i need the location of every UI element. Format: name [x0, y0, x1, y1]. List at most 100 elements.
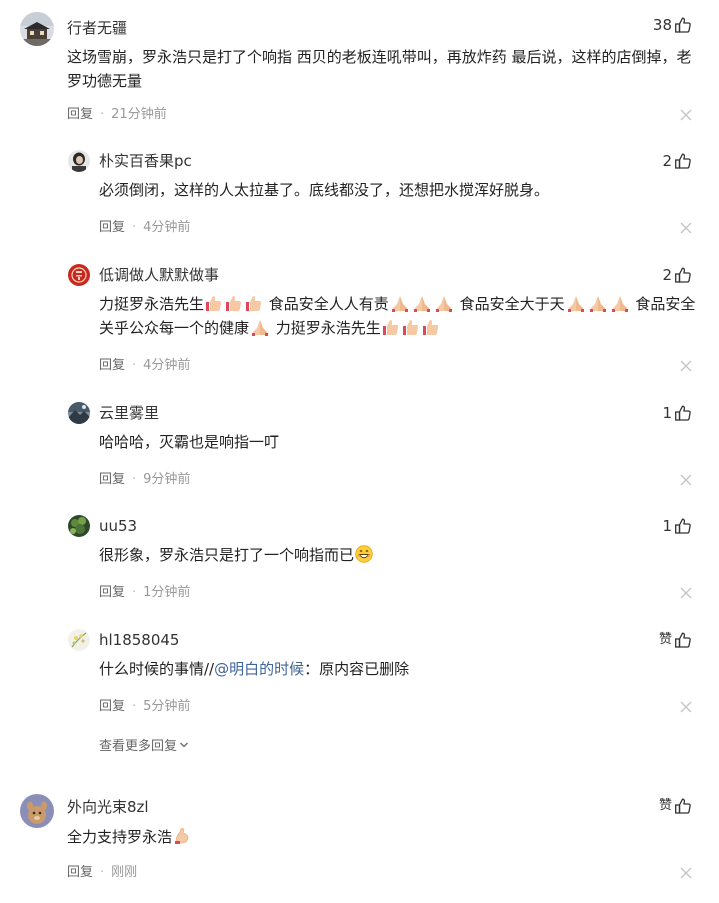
timestamp: 4分钟前	[143, 358, 191, 373]
reply-text: 力挺罗永浩先生 食品安全人人有责 食品安全大于天 食品安全关乎公众每一个的健康 …	[99, 292, 697, 340]
reply-text: 必须倒闭，这样的人太拉基了。底线都没了，还想把水搅浑好脱身。	[99, 181, 550, 199]
reply-text-suffix: ：原内容已删除	[304, 660, 410, 678]
chevron-down-icon	[180, 742, 188, 747]
reply-text: 什么时候的事情//@明白的时候：原内容已删除	[99, 657, 697, 681]
like-button[interactable]: 1	[662, 516, 692, 536]
username[interactable]: 外向光束8zl	[67, 797, 149, 817]
close-icon[interactable]	[680, 360, 692, 372]
timestamp: 9分钟前	[143, 472, 191, 487]
reply-button[interactable]: 回复	[99, 585, 125, 601]
reply-button[interactable]: 回复	[67, 865, 93, 881]
comment-text-part: 全力支持罗永浩	[67, 828, 173, 846]
reply-text: 哈哈哈，灭霸也是响指一叮	[99, 433, 280, 451]
user-mention-link[interactable]: @明白的时候	[214, 660, 304, 678]
comment-text: 这场雪崩，罗永浩只是打了个响指 西贝的老板连吼带叫，再放炸药 最后说，这样的店倒…	[67, 48, 692, 90]
timestamp: 1分钟前	[143, 585, 191, 600]
separator-dot: ·	[132, 585, 137, 600]
close-icon[interactable]	[680, 474, 692, 486]
reply-text-part: 食品安全人人有责	[268, 295, 389, 313]
username[interactable]: hl1858045	[99, 630, 179, 650]
green-plant-avatar	[68, 515, 90, 537]
house-photo-avatar	[20, 12, 54, 46]
comment-meta: 回复 · 5分钟前	[99, 699, 190, 715]
reply-text-part: 很形象，罗永浩只是打了一个响指而已	[99, 546, 355, 564]
comment-meta: 回复 · 4分钟前	[99, 220, 190, 236]
like-button[interactable]: 赞	[659, 630, 692, 650]
timestamp: 4分钟前	[143, 220, 191, 235]
comment-item: 外向光束8zl 赞 全力支持罗永浩 回复 · 刚刚	[0, 794, 719, 894]
like-count: 2	[662, 266, 672, 284]
like-button[interactable]: 1	[662, 403, 692, 423]
avatar[interactable]	[68, 515, 90, 537]
reply-text-part: 力挺罗永浩先生	[99, 295, 205, 313]
red-seal-avatar	[68, 264, 90, 286]
reply-text: 很形象，罗永浩只是打了一个响指而已	[99, 543, 697, 567]
reply-button[interactable]: 回复	[99, 699, 125, 715]
thumbs-up-icon	[675, 632, 691, 648]
thumbs-up-icon	[675, 17, 691, 33]
grinning-face-emoji	[355, 545, 373, 563]
close-icon[interactable]	[680, 867, 692, 879]
flower-avatar	[68, 629, 90, 651]
comment-meta: 回复 · 9分钟前	[99, 472, 190, 488]
avatar[interactable]	[68, 629, 90, 651]
like-button[interactable]: 赞	[659, 796, 692, 816]
username[interactable]: 云里雾里	[99, 403, 159, 423]
praying-hands-emoji	[565, 295, 631, 313]
timestamp: 刚刚	[111, 865, 138, 880]
username[interactable]: 朴实百香果pc	[99, 151, 192, 171]
reply-item: hl1858045 赞 什么时候的事情//@明白的时候：原内容已删除 回复 · …	[0, 629, 719, 719]
like-button[interactable]: 38	[653, 15, 692, 35]
separator-dot: ·	[100, 865, 105, 880]
reply-item: 低调做人默默做事 2 力挺罗永浩先生 食品安全人人有责 食品安全大于天 食品安全…	[0, 264, 719, 379]
praying-hands-emoji	[249, 319, 271, 337]
reply-text-prefix: 什么时候的事情//	[99, 660, 215, 678]
like-button[interactable]: 2	[662, 151, 692, 171]
thumbs-up-icon	[675, 267, 691, 283]
view-more-replies-button[interactable]: 查看更多回复	[99, 735, 189, 754]
view-more-label: 查看更多回复	[99, 739, 178, 754]
avatar[interactable]	[68, 264, 90, 286]
close-icon[interactable]	[680, 587, 692, 599]
separator-dot: ·	[132, 358, 137, 373]
comment-meta: 回复 · 刚刚	[67, 865, 137, 881]
reply-item: uu53 1 很形象，罗永浩只是打了一个响指而已 回复 · 1分钟前	[0, 515, 719, 605]
thumbs-up-icon	[675, 798, 691, 814]
close-icon[interactable]	[680, 222, 692, 234]
separator-dot: ·	[132, 472, 137, 487]
comment-meta: 回复 · 1分钟前	[99, 585, 190, 601]
username[interactable]: uu53	[99, 516, 137, 536]
praying-hands-emoji	[389, 295, 455, 313]
separator-dot: ·	[132, 699, 137, 714]
thumbs-up-emoji	[381, 319, 441, 337]
avatar[interactable]	[20, 12, 54, 46]
thumbs-up-icon	[675, 518, 691, 534]
thumbs-up-icon	[675, 153, 691, 169]
avatar[interactable]	[20, 794, 54, 828]
comment-meta: 回复 · 4分钟前	[99, 358, 190, 374]
like-count: 38	[652, 16, 672, 34]
landscape-avatar	[68, 402, 90, 424]
username[interactable]: 行者无疆	[67, 18, 127, 38]
reply-button[interactable]: 回复	[99, 358, 125, 374]
comment-meta: 回复 · 21分钟前	[67, 107, 167, 123]
cartoon-animal-avatar	[20, 794, 54, 828]
separator-dot: ·	[132, 220, 137, 235]
reply-button[interactable]: 回复	[67, 107, 93, 123]
avatar[interactable]	[68, 402, 90, 424]
like-button[interactable]: 2	[662, 265, 692, 285]
close-icon[interactable]	[680, 701, 692, 713]
close-icon[interactable]	[680, 109, 692, 121]
reply-button[interactable]: 回复	[99, 472, 125, 488]
reply-item: 云里雾里 1 哈哈哈，灭霸也是响指一叮 回复 · 9分钟前	[0, 402, 719, 492]
username[interactable]: 低调做人默默做事	[99, 265, 219, 285]
avatar[interactable]	[68, 150, 90, 172]
separator-dot: ·	[100, 107, 105, 122]
portrait-avatar	[68, 150, 90, 172]
flexed-biceps-emoji	[175, 828, 189, 844]
like-count: 1	[662, 517, 672, 535]
comment-text: 全力支持罗永浩	[67, 825, 697, 849]
reply-button[interactable]: 回复	[99, 220, 125, 236]
thumbs-up-icon	[675, 405, 691, 421]
reply-text-part: 食品安全大于天	[459, 295, 565, 313]
